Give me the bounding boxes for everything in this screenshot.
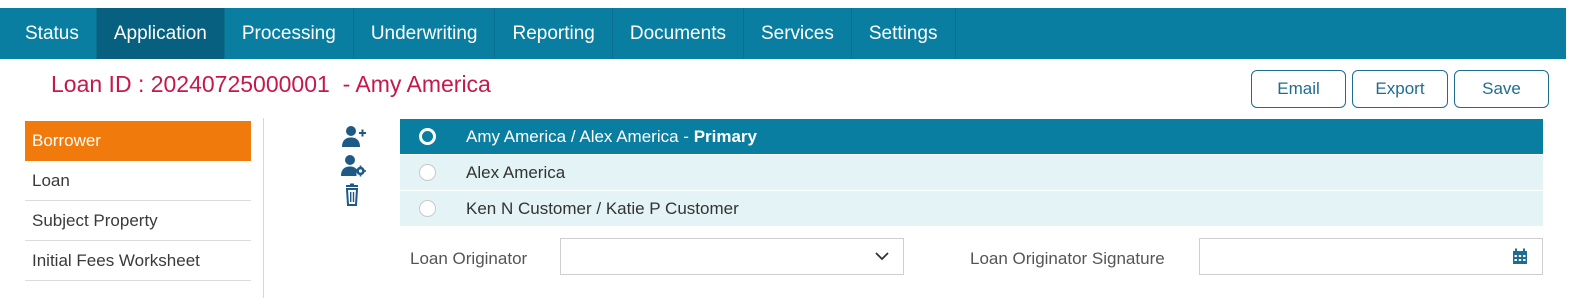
borrower-row[interactable]: Ken N Customer / Katie P Customer — [400, 191, 1543, 227]
loan-originator-select[interactable] — [560, 238, 904, 275]
sidebar: Borrower Loan Subject Property Initial F… — [25, 121, 251, 281]
tab-services[interactable]: Services — [744, 8, 852, 59]
sidebar-item-borrower[interactable]: Borrower — [25, 121, 251, 161]
loan-originator-signature-date-input[interactable] — [1199, 238, 1543, 275]
page-title: Loan ID : 20240725000001 - Amy America — [51, 71, 491, 97]
tab-processing[interactable]: Processing — [225, 8, 354, 59]
borrower-row[interactable]: Alex America — [400, 155, 1543, 191]
loan-originator-label: Loan Originator — [410, 249, 528, 268]
borrower-row[interactable]: Amy America / Alex America - Primary — [400, 119, 1543, 155]
borrower-name: Amy America / Alex America — [466, 126, 679, 146]
borrower-radio[interactable] — [419, 128, 436, 145]
borrower-list: Amy America / Alex America - Primary Ale… — [400, 119, 1543, 227]
tab-application[interactable]: Application — [96, 8, 225, 59]
borrower-name: Alex America — [466, 162, 566, 182]
borrower-separator: - — [678, 126, 694, 146]
tab-underwriting[interactable]: Underwriting — [354, 8, 496, 59]
borrower-radio[interactable] — [419, 164, 436, 181]
top-nav: Status Application Processing Underwriti… — [0, 8, 1566, 59]
export-button[interactable]: Export — [1352, 70, 1448, 108]
tab-status[interactable]: Status — [0, 8, 97, 59]
user-settings-icon[interactable] — [340, 154, 366, 178]
calendar-icon[interactable] — [1512, 248, 1528, 265]
save-button[interactable]: Save — [1454, 70, 1549, 108]
tab-reporting[interactable]: Reporting — [495, 8, 613, 59]
primary-tag: Primary — [693, 126, 758, 146]
tab-settings[interactable]: Settings — [852, 8, 956, 59]
tab-documents[interactable]: Documents — [613, 8, 744, 59]
borrower-radio[interactable] — [419, 200, 436, 217]
sidebar-item-initial-fees-worksheet[interactable]: Initial Fees Worksheet — [25, 241, 251, 281]
borrower-name: Ken N Customer / Katie P Customer — [466, 198, 739, 218]
sidebar-item-subject-property[interactable]: Subject Property — [25, 201, 251, 241]
email-button[interactable]: Email — [1251, 70, 1346, 108]
sidebar-divider — [263, 118, 264, 298]
sidebar-item-loan[interactable]: Loan — [25, 161, 251, 201]
chevron-down-icon — [875, 252, 889, 261]
action-bar: Email Export Save — [1251, 70, 1549, 108]
loan-originator-signature-label: Loan Originator Signature — [970, 249, 1165, 268]
trash-icon[interactable] — [340, 183, 366, 207]
add-user-icon[interactable] — [340, 125, 366, 149]
borrower-actions — [340, 125, 370, 212]
